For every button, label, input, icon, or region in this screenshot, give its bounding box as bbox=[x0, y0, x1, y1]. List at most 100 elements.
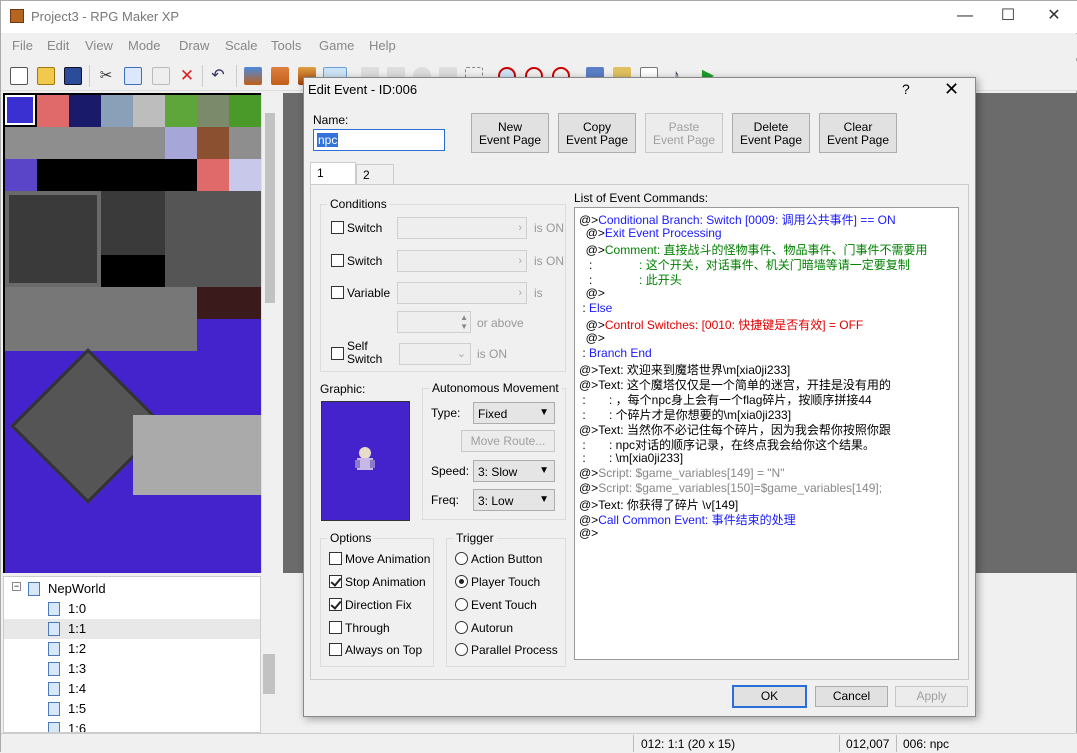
move-route-button[interactable]: Move Route... bbox=[461, 430, 555, 452]
menu-tools[interactable]: Tools bbox=[271, 38, 301, 53]
event-command-row[interactable]: @>Text: 欢迎来到魔塔世界\m[xia0ji233] bbox=[579, 361, 790, 377]
maximize-button[interactable]: ☐ bbox=[985, 5, 1031, 29]
tile[interactable] bbox=[165, 159, 197, 191]
variable-value-spinner[interactable]: ▲ ▼ bbox=[397, 311, 471, 333]
switch2-checkbox[interactable] bbox=[331, 254, 344, 267]
layer1-icon[interactable] bbox=[244, 67, 262, 85]
event-command-row[interactable]: @>Text: 当然你不必记住每个碎片，因为我会帮你按照你跟 bbox=[579, 421, 891, 437]
tile[interactable] bbox=[197, 159, 229, 191]
event-command-row[interactable]: : : 个碎片才是你想要的\m[xia0ji233] bbox=[579, 406, 791, 422]
event-command-row[interactable]: : : npc对话的顺序记录，在终点我会给你这个结果。 bbox=[579, 436, 875, 452]
event-command-row[interactable]: @>Control Switches: [0010: 快捷键是否有效] = OF… bbox=[579, 316, 864, 332]
event-command-list[interactable]: @>Conditional Branch: Switch [0009: 调用公共… bbox=[574, 207, 959, 660]
paste-event-page-button[interactable]: Paste Event Page bbox=[645, 113, 723, 153]
self-switch-checkbox[interactable] bbox=[331, 347, 344, 360]
cancel-button[interactable]: Cancel bbox=[815, 686, 888, 707]
event-command-row[interactable]: @>Script: $game_variables[149] = "N" bbox=[579, 466, 784, 481]
event-command-row[interactable]: @>Text: 你获得了碎片 \v[149] bbox=[579, 496, 738, 512]
event-touch-radio[interactable] bbox=[455, 598, 468, 611]
tile[interactable] bbox=[101, 95, 133, 127]
tab-page-2[interactable]: 2 bbox=[356, 164, 394, 184]
tile[interactable] bbox=[133, 415, 261, 495]
event-command-row[interactable]: @>Conditional Branch: Switch [0009: 调用公共… bbox=[579, 211, 896, 227]
tile[interactable] bbox=[133, 95, 165, 127]
tile[interactable] bbox=[229, 159, 261, 191]
ok-button[interactable]: OK bbox=[732, 685, 807, 708]
name-field[interactable]: npc bbox=[313, 129, 445, 151]
delete-icon[interactable]: ✕ bbox=[178, 67, 196, 85]
stop-animation-checkbox[interactable] bbox=[329, 575, 342, 588]
menu-scale[interactable]: Scale bbox=[225, 38, 258, 53]
action-button-radio[interactable] bbox=[455, 552, 468, 565]
copy-icon[interactable] bbox=[124, 67, 142, 85]
tile[interactable] bbox=[197, 95, 229, 127]
menu-mode[interactable]: Mode bbox=[128, 38, 161, 53]
dialog-close-button[interactable]: ✕ bbox=[944, 79, 959, 100]
event-command-row[interactable]: @>Exit Event Processing bbox=[579, 226, 722, 241]
tile[interactable] bbox=[165, 191, 261, 287]
menu-help[interactable]: Help bbox=[369, 38, 396, 53]
tile[interactable] bbox=[69, 95, 101, 127]
event-command-row[interactable]: @> bbox=[579, 286, 605, 301]
move-animation-checkbox[interactable] bbox=[329, 552, 342, 565]
event-command-row[interactable]: : Else bbox=[579, 301, 612, 316]
delete-event-page-button[interactable]: Delete Event Page bbox=[732, 113, 810, 153]
tree-root[interactable]: − NepWorld bbox=[4, 579, 260, 599]
tile[interactable] bbox=[197, 127, 229, 159]
tileset-scrollbar[interactable] bbox=[261, 93, 277, 573]
self-switch-select[interactable]: ⌄ bbox=[399, 343, 471, 365]
menu-file[interactable]: File bbox=[12, 38, 33, 53]
apply-button[interactable]: Apply bbox=[895, 686, 968, 707]
always-on-top-checkbox[interactable] bbox=[329, 643, 342, 656]
event-command-row[interactable]: : : 这个开关，对话事件、机关门暗墙等请一定要复制 bbox=[579, 256, 910, 272]
tile[interactable] bbox=[101, 191, 165, 255]
open-project-icon[interactable] bbox=[37, 67, 55, 85]
event-command-row[interactable]: @> bbox=[579, 526, 598, 541]
tree-item[interactable]: 1:0 bbox=[4, 599, 260, 619]
parallel-process-radio[interactable] bbox=[455, 643, 468, 656]
freq-select[interactable]: 3: Low ▼ bbox=[473, 489, 555, 511]
event-command-row[interactable]: : : ，每个npc身上会有一个flag碎片，按顺序拼接44 bbox=[579, 391, 871, 407]
tile[interactable] bbox=[197, 287, 261, 319]
copy-event-page-button[interactable]: Copy Event Page bbox=[558, 113, 636, 153]
type-select[interactable]: Fixed ▼ bbox=[473, 402, 555, 424]
tree-scrollbar[interactable] bbox=[261, 576, 277, 733]
scrollbar-thumb[interactable] bbox=[265, 113, 275, 303]
event-command-row[interactable]: @> bbox=[579, 331, 605, 346]
tile[interactable] bbox=[5, 191, 101, 287]
event-command-row[interactable]: : Branch End bbox=[579, 346, 651, 361]
new-event-page-button[interactable]: New Event Page bbox=[471, 113, 549, 153]
event-command-row[interactable]: @>Comment: 直接战斗的怪物事件、物品事件、门事件不需要用 bbox=[579, 241, 928, 257]
player-touch-radio[interactable] bbox=[455, 575, 468, 588]
tile[interactable] bbox=[37, 95, 69, 127]
tree-item[interactable]: 1:6 bbox=[4, 719, 260, 732]
tab-page-1[interactable]: 1 bbox=[310, 162, 356, 185]
menu-draw[interactable]: Draw bbox=[179, 38, 209, 53]
tile-row[interactable] bbox=[5, 543, 261, 573]
new-project-icon[interactable] bbox=[10, 67, 28, 85]
tree-item[interactable]: 1:3 bbox=[4, 659, 260, 679]
tile[interactable] bbox=[165, 127, 197, 159]
variable-checkbox[interactable] bbox=[331, 286, 344, 299]
tileset-palette[interactable] bbox=[3, 93, 261, 573]
event-command-row[interactable]: @>Text: 这个魔塔仅仅是一个简单的迷宫，开挂是没有用的 bbox=[579, 376, 891, 392]
undo-icon[interactable]: ↶ bbox=[209, 67, 227, 85]
tile[interactable] bbox=[5, 159, 37, 191]
collapse-icon[interactable]: − bbox=[12, 582, 21, 591]
tree-item[interactable]: 1:4 bbox=[4, 679, 260, 699]
direction-fix-checkbox[interactable] bbox=[329, 598, 342, 611]
event-command-row[interactable]: @>Script: $game_variables[150]=$game_var… bbox=[579, 481, 882, 496]
save-icon[interactable] bbox=[64, 67, 82, 85]
tile-selected[interactable] bbox=[4, 94, 36, 126]
menu-edit[interactable]: Edit bbox=[47, 38, 69, 53]
minimize-button[interactable]: — bbox=[942, 5, 988, 29]
close-button[interactable]: ✕ bbox=[1031, 5, 1077, 29]
event-graphic[interactable] bbox=[321, 401, 410, 521]
event-command-row[interactable]: : : 此开头 bbox=[579, 271, 682, 287]
switch1-select[interactable]: › bbox=[397, 217, 527, 239]
menu-view[interactable]: View bbox=[85, 38, 113, 53]
scrollbar-thumb[interactable] bbox=[263, 654, 275, 694]
tree-item[interactable]: 1:5 bbox=[4, 699, 260, 719]
variable-select[interactable]: › bbox=[397, 282, 527, 304]
tile[interactable] bbox=[229, 95, 261, 127]
